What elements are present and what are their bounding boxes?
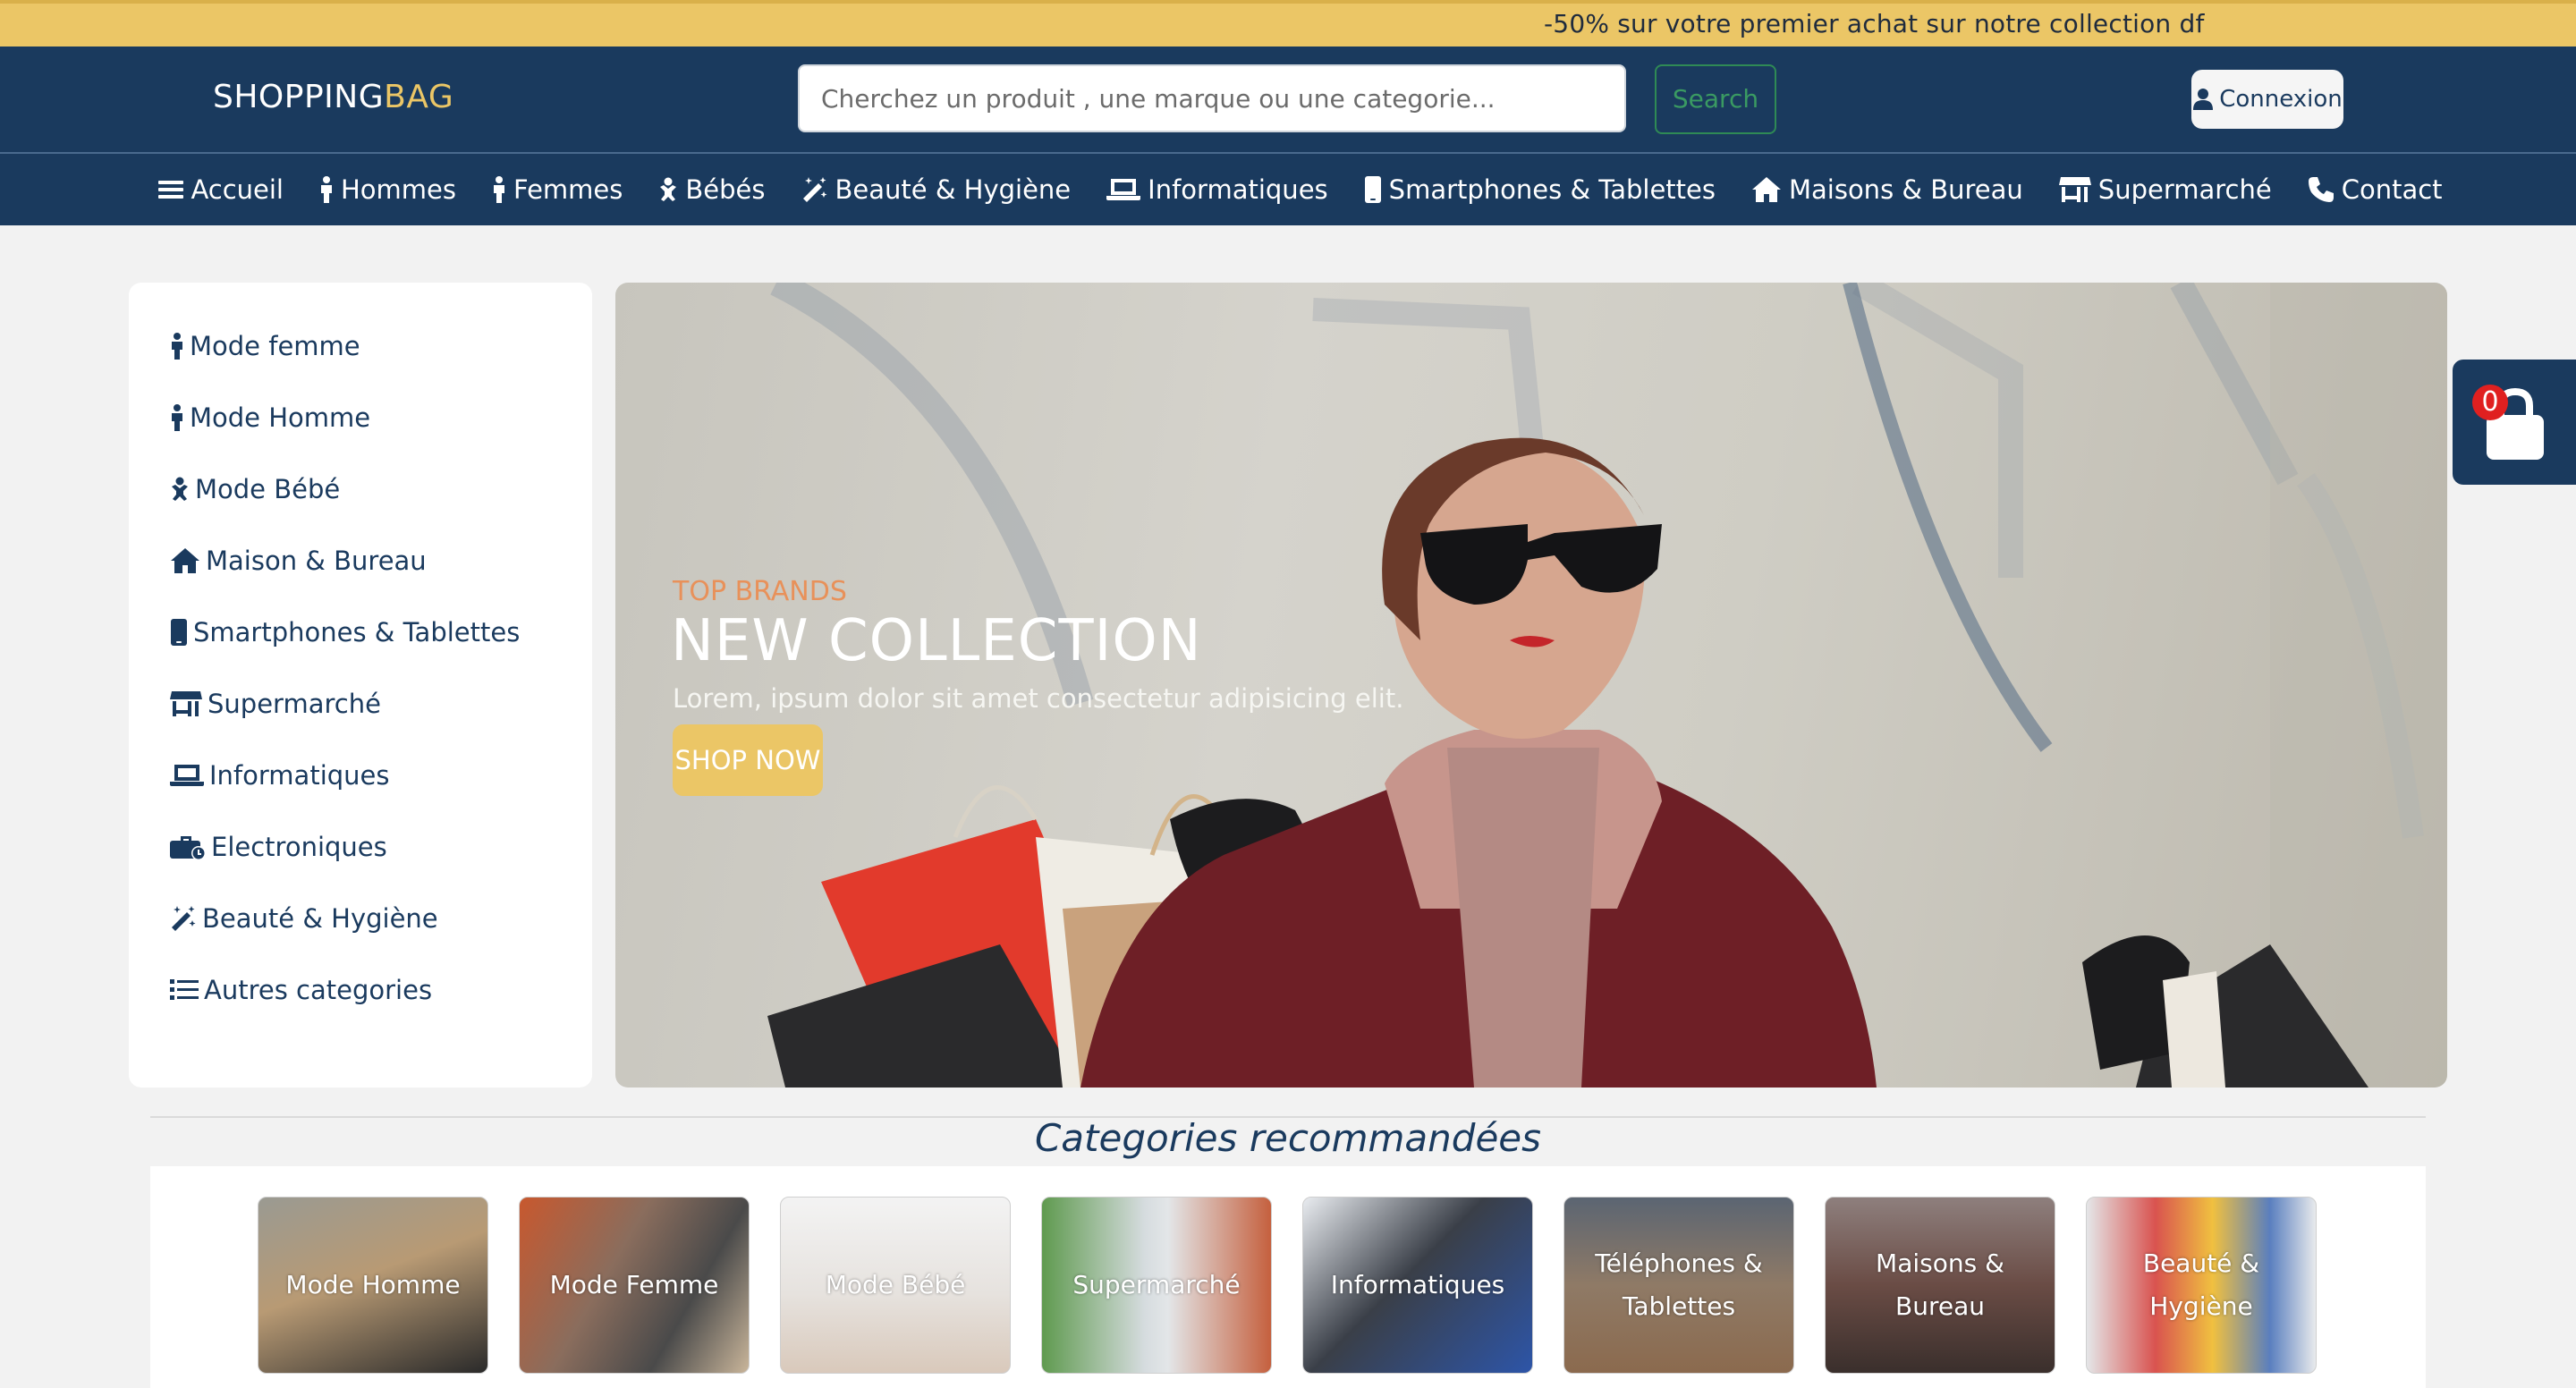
nav-item-label: Informatiques bbox=[1148, 174, 1328, 205]
shop-now-button[interactable]: SHOP NOW bbox=[673, 724, 823, 796]
sidebar-item-mode-femme[interactable]: Mode femme bbox=[170, 331, 360, 361]
nav-item-contact[interactable]: Contact bbox=[2308, 174, 2443, 205]
sidebar-item-label: Mode Homme bbox=[190, 402, 371, 433]
brand-name-primary: SHOPPING bbox=[213, 79, 385, 115]
nav-item-hommes[interactable]: Hommes bbox=[319, 174, 456, 205]
nav-item-label: Supermarché bbox=[2097, 174, 2272, 205]
category-card-label: Mode Homme bbox=[285, 1270, 461, 1299]
sidebar-item-label: Informatiques bbox=[209, 760, 390, 791]
sidebar-item-label: Autres categories bbox=[204, 975, 433, 1005]
category-card-supermarche[interactable]: Supermarché bbox=[1041, 1197, 1272, 1374]
user-icon bbox=[2193, 89, 2214, 110]
nav-item-label: Contact bbox=[2341, 174, 2443, 205]
list-icon bbox=[170, 979, 199, 1000]
nav-item-label: Bébés bbox=[685, 174, 766, 205]
bars-icon bbox=[158, 181, 184, 199]
house-icon bbox=[171, 548, 199, 573]
category-card-informatiques[interactable]: Informatiques bbox=[1302, 1197, 1533, 1374]
mobile-icon bbox=[1364, 176, 1381, 203]
magic-wand-icon bbox=[172, 906, 196, 931]
category-card-label: Beauté & Hygiène bbox=[2142, 1248, 2260, 1321]
person-icon bbox=[172, 333, 182, 360]
cart-count-badge: 0 bbox=[2472, 385, 2508, 420]
category-card-label: Mode Femme bbox=[549, 1270, 719, 1299]
nav-item-label: Femmes bbox=[513, 174, 623, 205]
sidebar-item-label: Supermarché bbox=[208, 689, 381, 719]
baby-icon bbox=[172, 477, 188, 501]
nav-item-label: Maisons & Bureau bbox=[1788, 174, 2023, 205]
sidebar-item-autres[interactable]: Autres categories bbox=[170, 975, 432, 1005]
nav-item-label: Beauté & Hygiène bbox=[835, 174, 1072, 205]
magic-wand-icon bbox=[802, 177, 826, 202]
category-card-label: Téléphones & Tablettes bbox=[1595, 1248, 1763, 1321]
baby-icon bbox=[660, 177, 677, 201]
categories-title: Categories recommandées bbox=[1034, 1116, 1542, 1160]
nav-item-supermarche[interactable]: Supermarché bbox=[2058, 174, 2272, 205]
nav-item-bebes[interactable]: Bébés bbox=[658, 174, 766, 205]
hero-banner: TOP BRANDS NEW COLLECTION Lorem, ipsum d… bbox=[615, 283, 2447, 1088]
sidebar-item-label: Maison & Bureau bbox=[206, 546, 427, 576]
category-card-mode-bebe[interactable]: Mode Bébé bbox=[780, 1197, 1011, 1374]
hero-kicker: TOP BRANDS bbox=[673, 576, 847, 607]
phone-icon bbox=[2308, 177, 2334, 202]
laptop-icon bbox=[1106, 179, 1141, 200]
login-button[interactable]: Connexion bbox=[2191, 70, 2343, 129]
nav-item-label: Hommes bbox=[341, 174, 456, 205]
person-icon bbox=[172, 404, 182, 431]
hero-title: NEW COLLECTION bbox=[671, 608, 1202, 674]
search-input[interactable] bbox=[798, 64, 1626, 132]
sidebar-item-label: Smartphones & Tablettes bbox=[193, 617, 521, 647]
category-card-label: Informatiques bbox=[1330, 1270, 1505, 1299]
nav-item-smartphones[interactable]: Smartphones & Tablettes bbox=[1364, 174, 1716, 205]
house-icon bbox=[1751, 177, 1781, 202]
promo-text: -50% sur votre premier achat sur notre c… bbox=[1544, 9, 2205, 38]
categories-strip bbox=[150, 1166, 2426, 1388]
sidebar-item-label: Mode femme bbox=[190, 331, 360, 361]
category-card-telephones[interactable]: Téléphones & Tablettes bbox=[1563, 1197, 1794, 1374]
category-sidebar: Mode femme Mode Homme Mode Bébé Maison &… bbox=[129, 283, 592, 1088]
person-icon bbox=[321, 176, 332, 203]
category-card-label: Supermarché bbox=[1072, 1270, 1241, 1299]
nav-item-femmes[interactable]: Femmes bbox=[492, 174, 623, 205]
sidebar-item-informatiques[interactable]: Informatiques bbox=[170, 760, 390, 791]
sidebar-item-label: Mode Bébé bbox=[195, 474, 341, 504]
sidebar-item-label: Electroniques bbox=[211, 832, 387, 862]
category-card-beaute[interactable]: Beauté & Hygiène bbox=[2086, 1197, 2317, 1374]
sidebar-item-mode-homme[interactable]: Mode Homme bbox=[170, 402, 370, 433]
login-button-label: Connexion bbox=[2219, 86, 2343, 113]
category-card-label: Maisons & Bureau bbox=[1876, 1248, 2004, 1321]
category-card-maisons[interactable]: Maisons & Bureau bbox=[1825, 1197, 2055, 1374]
nav-item-label: Accueil bbox=[191, 174, 284, 205]
store-icon bbox=[170, 691, 202, 716]
brand-logo[interactable]: SHOPPINGBAG bbox=[213, 79, 453, 115]
category-card-label: Mode Bébé bbox=[825, 1270, 966, 1299]
nav-item-accueil[interactable]: Accueil bbox=[158, 174, 284, 205]
nav-item-beaute[interactable]: Beauté & Hygiène bbox=[801, 174, 1072, 205]
category-card-mode-femme[interactable]: Mode Femme bbox=[519, 1197, 750, 1374]
sidebar-item-electroniques[interactable]: Electroniques bbox=[170, 832, 387, 862]
nav-item-informatiques[interactable]: Informatiques bbox=[1106, 174, 1328, 205]
sidebar-item-smartphones[interactable]: Smartphones & Tablettes bbox=[170, 617, 520, 647]
laptop-icon bbox=[170, 765, 204, 786]
hero-description: Lorem, ipsum dolor sit amet consectetur … bbox=[673, 683, 1404, 714]
nav-item-maisons[interactable]: Maisons & Bureau bbox=[1751, 174, 2023, 205]
sidebar-item-beaute[interactable]: Beauté & Hygiène bbox=[170, 903, 438, 934]
search-button[interactable]: Search bbox=[1655, 64, 1776, 134]
sidebar-item-maison-bureau[interactable]: Maison & Bureau bbox=[170, 546, 427, 576]
main-nav: Accueil Hommes Femmes Bébés Beauté & Hyg… bbox=[0, 152, 2576, 225]
toolbox-icon bbox=[170, 836, 206, 860]
promo-bar: -50% sur votre premier achat sur notre c… bbox=[0, 0, 2576, 47]
nav-item-label: Smartphones & Tablettes bbox=[1388, 174, 1716, 205]
store-icon bbox=[2058, 177, 2091, 202]
sidebar-item-label: Beauté & Hygiène bbox=[202, 903, 438, 934]
person-icon bbox=[494, 176, 504, 203]
category-card-mode-homme[interactable]: Mode Homme bbox=[258, 1197, 488, 1374]
brand-name-accent: BAG bbox=[384, 79, 454, 115]
sidebar-item-mode-bebe[interactable]: Mode Bébé bbox=[170, 474, 340, 504]
sidebar-item-supermarche[interactable]: Supermarché bbox=[170, 689, 381, 719]
mobile-icon bbox=[171, 619, 187, 646]
cart-widget[interactable]: 0 bbox=[2453, 360, 2576, 485]
